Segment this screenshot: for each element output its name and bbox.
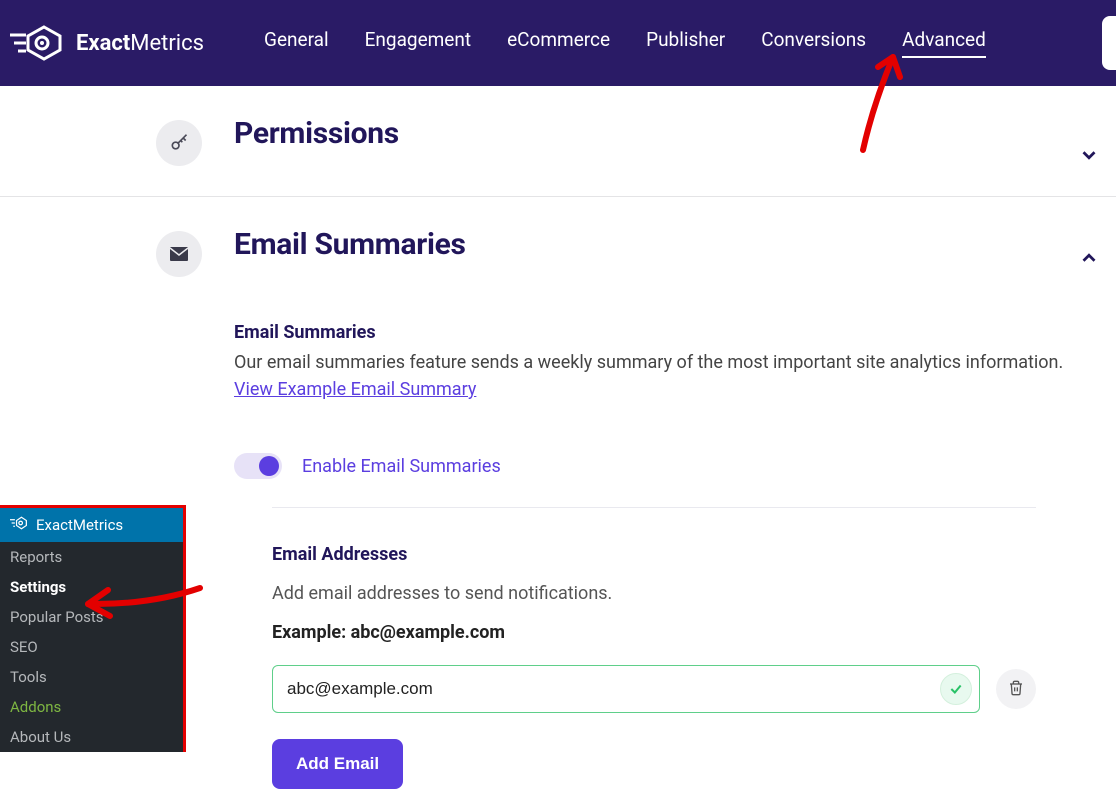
toggle-label: Enable Email Summaries [302,456,501,477]
nav-links: General Engagement eCommerce Publisher C… [264,28,986,58]
key-icon [156,120,202,166]
trash-icon [1008,679,1024,700]
add-email-button[interactable]: Add Email [272,739,403,789]
wp-item-addons[interactable]: Addons [0,692,183,722]
wp-sidebar-active[interactable]: ExactMetrics [0,508,183,542]
wp-item-about[interactable]: About Us [0,722,183,752]
wp-item-tools[interactable]: Tools [0,662,183,692]
brand-logo-icon [8,23,66,63]
envelope-icon [156,231,202,277]
wp-item-reports[interactable]: Reports [0,542,183,572]
brand: ExactMetrics [8,23,204,63]
email-desc-text: Our email summaries feature sends a week… [234,352,1063,373]
nav-publisher[interactable]: Publisher [646,28,725,58]
toggle-knob [259,456,279,476]
wp-item-seo[interactable]: SEO [0,632,183,662]
check-icon [940,673,972,705]
nav-general[interactable]: General [264,28,329,58]
section-permissions: Permissions [0,86,1116,197]
wp-item-settings[interactable]: Settings [0,572,183,602]
wp-sidebar: ExactMetrics Reports Settings Popular Po… [0,505,186,752]
nav-engagement[interactable]: Engagement [365,28,472,58]
chevron-down-icon[interactable] [1078,144,1100,170]
nav-ecommerce[interactable]: eCommerce [507,28,610,58]
email-input-wrap [272,665,980,713]
nav-right-panel [1102,16,1116,70]
email-input[interactable] [272,665,980,713]
field-example: Example: abc@example.com [272,622,1036,643]
email-title: Email Summaries [234,227,1076,262]
email-field-block: Email Addresses Add email addresses to s… [234,508,1076,789]
field-label: Email Addresses [272,544,1036,565]
email-subheading: Email Summaries [234,322,1076,343]
nav-conversions[interactable]: Conversions [761,28,866,58]
top-nav: ExactMetrics General Engagement eCommerc… [0,0,1116,86]
brand-text: ExactMetrics [76,31,204,56]
toggle-row: Enable Email Summaries [234,453,1076,479]
wp-item-popular-posts[interactable]: Popular Posts [0,602,183,632]
email-desc: Our email summaries feature sends a week… [234,349,1076,403]
field-help: Add email addresses to send notification… [272,583,1036,604]
wp-brand-icon [10,516,28,534]
chevron-up-icon[interactable] [1078,247,1100,273]
wp-sidebar-active-label: ExactMetrics [36,516,123,534]
nav-advanced[interactable]: Advanced [902,28,986,58]
delete-email-button[interactable] [996,669,1036,709]
input-row [272,665,1036,713]
permissions-title: Permissions [234,116,1076,151]
example-link[interactable]: View Example Email Summary [234,379,476,400]
enable-email-toggle[interactable] [234,453,282,479]
